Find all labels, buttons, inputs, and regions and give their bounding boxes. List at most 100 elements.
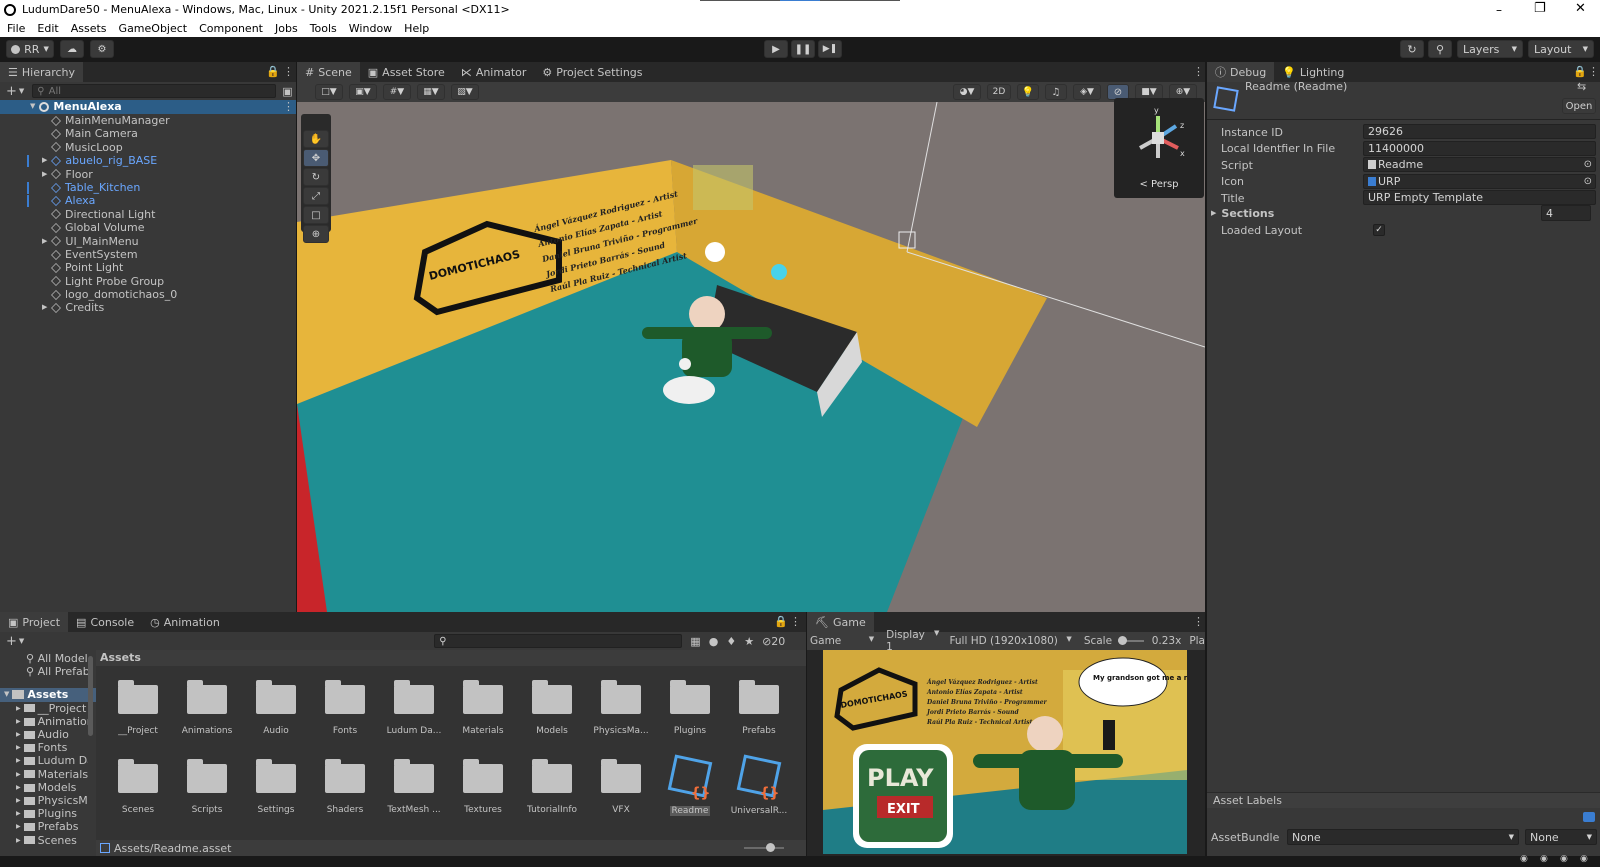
sections-row[interactable]: ▶ Sections 4: [1211, 205, 1597, 221]
project-lock-icon[interactable]: 🔒: [774, 615, 788, 628]
tab-console[interactable]: ▤ Console: [68, 612, 142, 632]
asset-item[interactable]: Textures: [449, 759, 517, 815]
favorite-item[interactable]: ⚲ All Prefab: [26, 665, 96, 678]
assets-breadcrumb[interactable]: Assets: [96, 650, 806, 666]
transform-tool-icon[interactable]: ⊕: [303, 225, 329, 243]
close-icon[interactable]: ✕: [1575, 1, 1586, 16]
settings-icon[interactable]: ⇆: [1577, 80, 1586, 93]
perspective-label[interactable]: < Persp: [1114, 179, 1204, 190]
scene-more-icon[interactable]: ⋮: [1193, 65, 1204, 78]
increment-snap-button[interactable]: ▦▼: [417, 84, 445, 100]
history-button[interactable]: ↻: [1400, 40, 1424, 58]
hierarchy-item[interactable]: ▶ UI_MainMenu: [0, 235, 296, 248]
lock-icon[interactable]: 🔒: [266, 65, 280, 78]
menu-edit[interactable]: Edit: [37, 22, 58, 35]
tab-debug[interactable]: ⓘ Debug: [1207, 62, 1275, 82]
expand-arrow-icon[interactable]: ▶: [16, 781, 21, 794]
inspector-field-value[interactable]: 11400000: [1363, 140, 1596, 156]
hand-tool-icon[interactable]: ✋: [303, 130, 329, 148]
scale-slider-handle[interactable]: [1118, 636, 1128, 645]
tab-lighting[interactable]: 💡 Lighting: [1274, 62, 1352, 82]
asset-item[interactable]: Shaders: [311, 759, 379, 815]
expand-arrow-icon[interactable]: ▶: [16, 807, 21, 820]
expand-arrow-icon[interactable]: ▶: [16, 702, 21, 715]
project-add-icon[interactable]: +: [6, 634, 17, 649]
rect-tool-icon[interactable]: □: [303, 206, 329, 224]
snap-settings-button[interactable]: ▧▼: [451, 84, 479, 100]
expand-arrow-icon[interactable]: ▶: [16, 728, 21, 741]
asset-item[interactable]: Plugins: [656, 680, 724, 736]
rotate-tool-icon[interactable]: ↻: [303, 168, 329, 186]
scale-slider[interactable]: [1118, 636, 1144, 645]
menu-assets[interactable]: Assets: [71, 22, 107, 35]
orientation-gizmo[interactable]: y z x < Persp: [1114, 98, 1204, 198]
asset-item[interactable]: Fonts: [311, 680, 379, 736]
expand-arrow-icon[interactable]: ▶: [16, 755, 21, 768]
pause-button[interactable]: ❚❚: [791, 40, 815, 58]
hierarchy-item[interactable]: EventSystem: [0, 248, 296, 261]
filter-tag-icon[interactable]: ♦: [726, 635, 736, 648]
tab-hierarchy[interactable]: ☰ Hierarchy: [0, 62, 84, 82]
folder-tree-item[interactable]: ▶ Fonts: [0, 741, 88, 754]
folder-tree-item[interactable]: ▶ Audio: [0, 728, 88, 741]
expand-arrow-icon[interactable]: ▶: [16, 768, 21, 781]
status-progress-icon[interactable]: ◉: [1580, 854, 1588, 864]
object-picker-icon[interactable]: ⊙: [1584, 159, 1592, 170]
menu-file[interactable]: File: [7, 22, 25, 35]
folder-tree-item[interactable]: ▶ Ludum Da: [0, 755, 88, 768]
expand-arrow-icon[interactable]: ▶: [42, 168, 47, 181]
asset-item[interactable]: __Project: [104, 680, 172, 736]
draw-mode-dropdown[interactable]: □▼: [315, 84, 343, 100]
play-button[interactable]: ▶: [764, 40, 788, 58]
hierarchy-item[interactable]: MainMenuManager: [0, 114, 296, 127]
project-more-icon[interactable]: ⋮: [790, 615, 801, 628]
tag-icon[interactable]: [1583, 812, 1595, 822]
inspector-field-value[interactable]: URP Empty Template: [1363, 190, 1596, 205]
folder-tree-item[interactable]: ▶ Prefabs: [0, 820, 88, 833]
filter-type-icon[interactable]: ▦: [690, 635, 700, 648]
asset-item[interactable]: VFX: [587, 759, 655, 815]
menu-tools[interactable]: Tools: [310, 22, 337, 35]
collab-button[interactable]: ⚙: [90, 40, 114, 58]
asset-item[interactable]: {} UniversalR...: [725, 754, 793, 816]
scene-menu-icon[interactable]: ⋮: [283, 100, 294, 113]
tab-animation[interactable]: ◷ Animation: [142, 612, 228, 632]
effects-dropdown[interactable]: ◈▼: [1073, 84, 1101, 100]
folder-tree-item[interactable]: ▶ Plugins: [0, 807, 88, 820]
hierarchy-item[interactable]: Light Probe Group: [0, 275, 296, 288]
asset-item[interactable]: PhysicsMa...: [587, 680, 655, 736]
tab-asset-store[interactable]: ▣ Asset Store: [360, 62, 453, 82]
inspector-more-icon[interactable]: ⋮: [1588, 65, 1599, 78]
inspector-lock-icon[interactable]: 🔒: [1573, 65, 1587, 78]
play-mode-label[interactable]: Pla: [1189, 635, 1205, 647]
variant-dropdown[interactable]: None ▼: [1525, 829, 1597, 845]
open-button[interactable]: Open: [1562, 98, 1596, 114]
folder-tree-item[interactable]: ▶ Animation: [0, 715, 88, 728]
menu-help[interactable]: Help: [404, 22, 429, 35]
icon-size-slider[interactable]: [744, 847, 784, 849]
asset-item[interactable]: {} Readme: [656, 754, 724, 816]
asset-item[interactable]: Audio: [242, 680, 310, 736]
scale-tool-icon[interactable]: ⤢: [303, 187, 329, 205]
sections-count-field[interactable]: 4: [1541, 205, 1591, 221]
layout-dropdown[interactable]: Layout ▼: [1528, 40, 1594, 58]
cloud-button[interactable]: ☁: [60, 40, 84, 58]
folder-tree-item[interactable]: ▶ Materials: [0, 768, 88, 781]
favorite-star-icon[interactable]: ★: [744, 635, 754, 648]
inspector-field-value[interactable]: 29626: [1363, 124, 1596, 139]
asset-item[interactable]: Scenes: [104, 759, 172, 815]
hierarchy-item[interactable]: Global Volume: [0, 221, 296, 234]
hierarchy-item[interactable]: logo_domotichaos_0: [0, 288, 296, 301]
hierarchy-item[interactable]: MusicLoop: [0, 141, 296, 154]
more-menu-icon[interactable]: ⋮: [283, 65, 294, 78]
tab-animator[interactable]: ⋉ Animator: [453, 62, 535, 82]
hierarchy-item[interactable]: ▶ Floor: [0, 168, 296, 181]
loaded-layout-checkbox[interactable]: ✓: [1373, 224, 1385, 236]
hierarchy-item[interactable]: ▶ Credits: [0, 301, 296, 314]
status-debug-icon[interactable]: ◉: [1520, 854, 1528, 864]
asset-item[interactable]: TextMesh ...: [380, 759, 448, 815]
asset-item[interactable]: Animations: [173, 680, 241, 736]
expand-arrow-icon[interactable]: ▶: [42, 235, 47, 248]
add-icon[interactable]: +: [6, 84, 17, 99]
orientation-dropdown[interactable]: ◕▼: [953, 84, 981, 100]
